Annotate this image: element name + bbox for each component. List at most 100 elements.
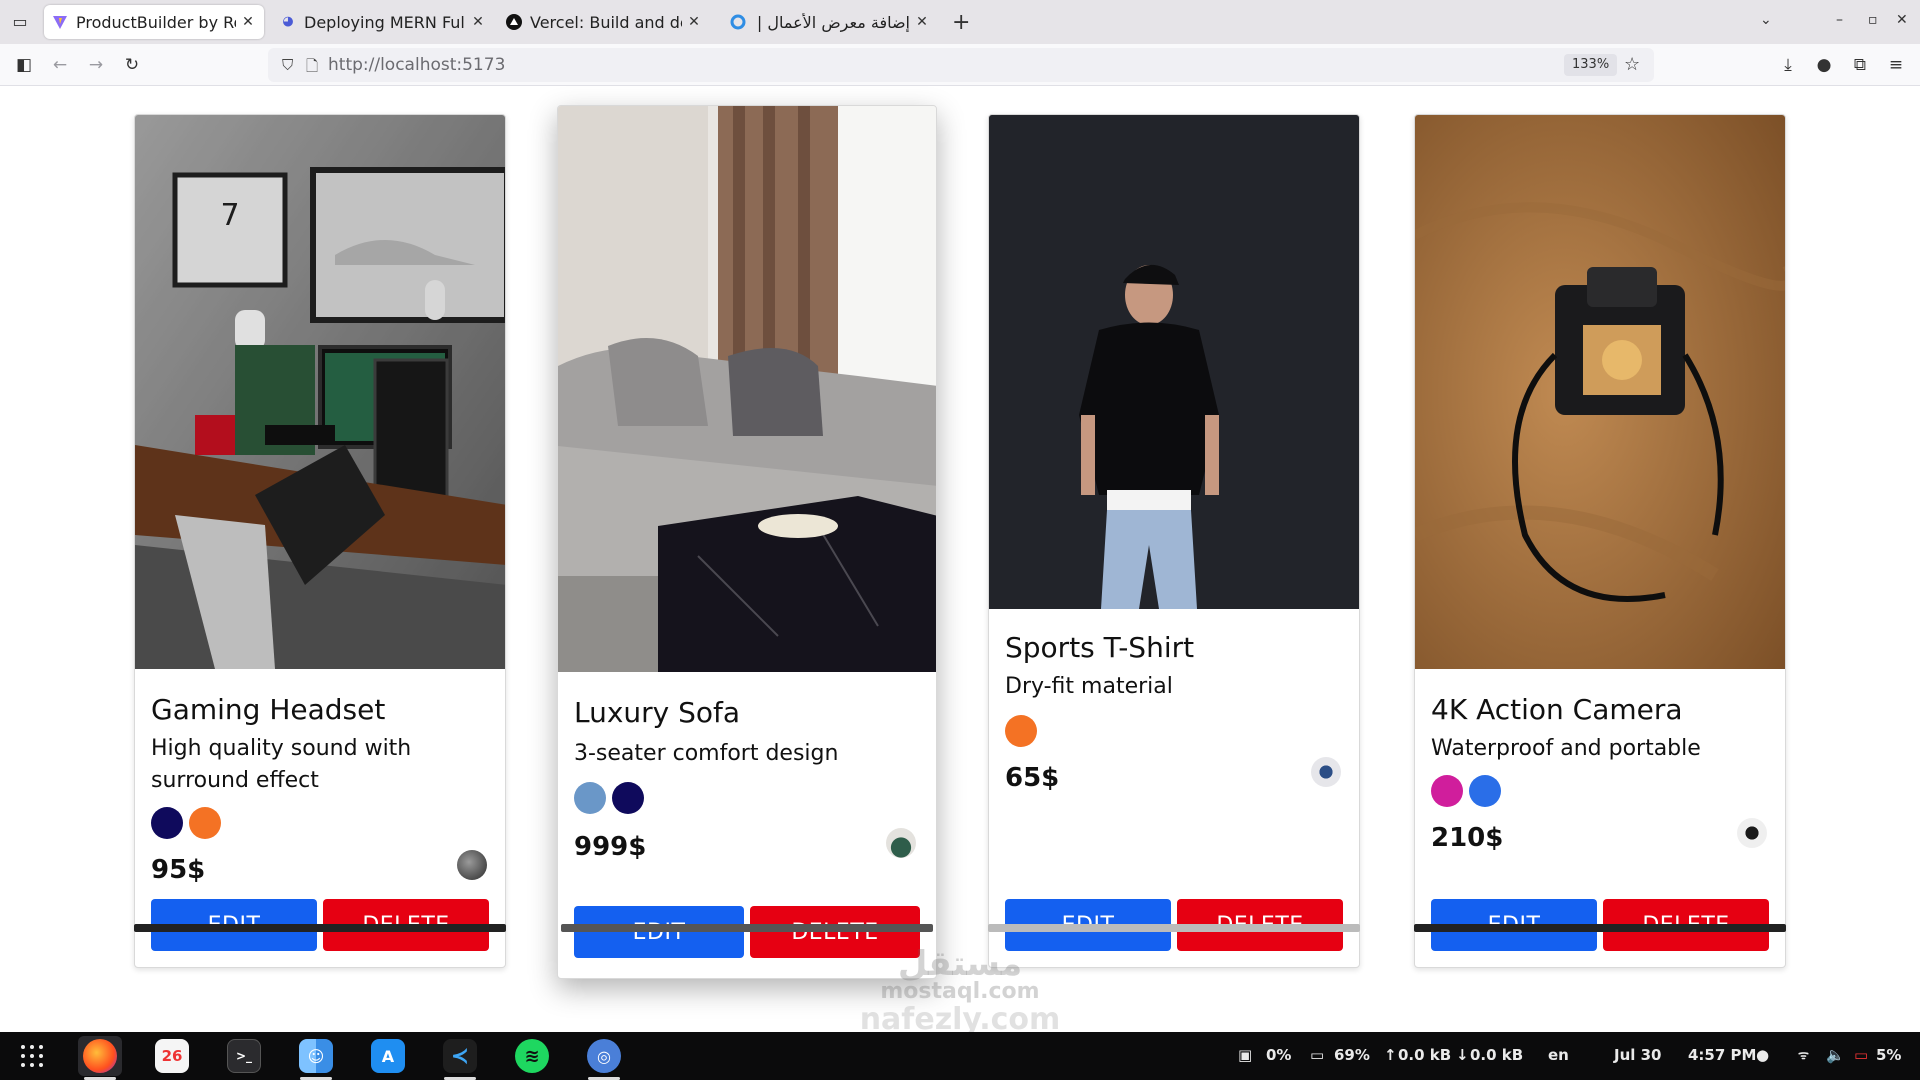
product-price: 95$: [151, 855, 206, 885]
tab-strip: ▭ ProductBuilder by Rou ✕ ◕ Deploying ME…: [0, 0, 1920, 44]
reload-icon[interactable]: ↻: [120, 53, 144, 77]
loading-icon: [730, 14, 746, 30]
product-price: 65$: [1005, 763, 1060, 793]
watermark-url-2: nafezly.com: [859, 1002, 1061, 1037]
vscode-icon[interactable]: ≺: [438, 1036, 482, 1080]
vercel-icon: [506, 14, 522, 30]
page-icon: 🗋: [306, 57, 319, 75]
maximize-icon[interactable]: ▫: [1868, 12, 1878, 28]
bookmark-star-icon[interactable]: ☆: [1624, 54, 1640, 75]
product-image: [989, 115, 1359, 609]
tab-title: إضافة معرض الأعمال |: [756, 12, 910, 32]
upload-speed: 0.0 kB: [1398, 1046, 1452, 1064]
download-speed: 0.0 kB: [1470, 1046, 1524, 1064]
product-description: 3-seater comfort design: [574, 741, 839, 766]
app-launcher-icon[interactable]: [10, 1036, 54, 1076]
keyboard-language[interactable]: en: [1548, 1046, 1569, 1064]
cpu-usage: 0%: [1266, 1046, 1292, 1064]
close-tab-icon[interactable]: ✕: [686, 14, 702, 30]
wifi-icon[interactable]: ᯤ: [1798, 1046, 1809, 1063]
color-swatch[interactable]: [612, 782, 644, 814]
shield-icon[interactable]: ⛉: [282, 56, 293, 74]
cpu-icon: ▣: [1238, 1046, 1253, 1064]
menu-icon[interactable]: ≡: [1884, 53, 1908, 77]
url-text[interactable]: http://localhost:5173: [328, 55, 505, 75]
chevron-down-icon[interactable]: ⌄: [1760, 12, 1772, 28]
firefox-icon[interactable]: [78, 1036, 122, 1080]
screenshot-tool-icon[interactable]: ◎: [582, 1036, 626, 1080]
upload-icon: ↑: [1384, 1046, 1397, 1064]
date[interactable]: Jul 30: [1614, 1046, 1662, 1064]
download-icon: ↓: [1456, 1046, 1469, 1064]
notification-dot-icon[interactable]: ●: [1756, 1046, 1769, 1064]
color-swatch[interactable]: [1005, 715, 1037, 747]
color-swatches: [574, 782, 644, 814]
product-description: Waterproof and portable: [1431, 736, 1701, 761]
product-image: 7: [135, 115, 505, 669]
product-price: 210$: [1431, 823, 1504, 853]
category-avatar: [457, 850, 487, 880]
color-swatches: [1005, 715, 1037, 747]
product-image: [1415, 115, 1785, 669]
close-tab-icon[interactable]: ✕: [470, 14, 486, 30]
tab-list-icon[interactable]: ▭: [10, 12, 30, 32]
next-card-image: [1414, 924, 1786, 932]
product-name: 4K Action Camera: [1431, 693, 1683, 726]
tab-title: ProductBuilder by Rou: [76, 12, 236, 32]
tab-title: Vercel: Build and deplo: [530, 12, 682, 32]
forward-icon[interactable]: →: [84, 53, 108, 77]
close-window-icon[interactable]: ✕: [1896, 12, 1908, 28]
next-card-image: [988, 924, 1360, 932]
close-tab-icon[interactable]: ✕: [240, 14, 256, 30]
sidebar-toggle-icon[interactable]: ◧: [12, 53, 36, 77]
tab-title: Deploying MERN Full-S: [304, 12, 466, 32]
product-name: Luxury Sofa: [574, 696, 741, 729]
product-grid: 7 Gaming Headset High quality sound with…: [0, 86, 1920, 1032]
watermark: مستقل mostaql.com nafezly.com: [840, 947, 1080, 1037]
color-swatch[interactable]: [574, 782, 606, 814]
terminal-icon[interactable]: >_: [222, 1036, 266, 1076]
category-avatar: [1737, 818, 1767, 848]
calendar-icon[interactable]: 26: [150, 1036, 194, 1076]
volume-icon[interactable]: 🔈: [1826, 1046, 1845, 1064]
taskbar: 26 >_ ☺ A ≺ ≋ ◎ ▣ 0% ▭ 69% ↑ 0.0 kB ↓ 0.…: [0, 1032, 1920, 1080]
new-tab-button[interactable]: +: [952, 10, 970, 35]
render-icon: ◕: [282, 14, 294, 29]
color-swatch[interactable]: [189, 807, 221, 839]
next-card-image: [134, 924, 506, 932]
next-card-image: [561, 924, 933, 932]
tab-deploying-mern[interactable]: ◕ Deploying MERN Full-S ✕: [272, 5, 494, 39]
product-card: 7 Gaming Headset High quality sound with…: [134, 114, 506, 968]
extensions-icon[interactable]: ⧉: [1848, 53, 1872, 77]
url-bar[interactable]: ⛉ 🗋 http://localhost:5173 133% ☆: [268, 48, 1654, 82]
tab-vercel[interactable]: Vercel: Build and deplo ✕: [498, 5, 710, 39]
product-card: Luxury Sofa 3-seater comfort design 999$…: [557, 105, 937, 979]
account-icon[interactable]: ●: [1812, 53, 1836, 77]
battery-level: 5%: [1876, 1046, 1902, 1064]
zoom-level-button[interactable]: 133%: [1564, 54, 1618, 76]
color-swatches: [151, 807, 221, 839]
edit-button[interactable]: EDIT: [574, 906, 744, 958]
memory-icon: ▭: [1310, 1046, 1325, 1064]
minimize-icon[interactable]: –: [1836, 12, 1843, 28]
finder-icon[interactable]: ☺: [294, 1036, 338, 1080]
navigation-bar: ◧ ← → ↻ ⛉ 🗋 http://localhost:5173 133% ☆…: [0, 44, 1920, 86]
color-swatches: [1431, 775, 1501, 807]
product-name: Gaming Headset: [151, 693, 386, 726]
product-card: Sports T-Shirt Dry-fit material 65$ EDIT…: [988, 114, 1360, 968]
close-tab-icon[interactable]: ✕: [914, 14, 930, 30]
battery-icon[interactable]: ▭: [1854, 1046, 1868, 1064]
tab-productbuilder[interactable]: ProductBuilder by Rou ✕: [44, 5, 264, 39]
product-card: 4K Action Camera Waterproof and portable…: [1414, 114, 1786, 968]
color-swatch[interactable]: [151, 807, 183, 839]
memory-usage: 69%: [1334, 1046, 1370, 1064]
back-icon[interactable]: ←: [48, 53, 72, 77]
tab-mostaql-portfolio[interactable]: إضافة معرض الأعمال | ✕: [722, 5, 938, 39]
clock[interactable]: 4:57 PM: [1688, 1046, 1756, 1064]
category-avatar: [1311, 757, 1341, 787]
color-swatch[interactable]: [1431, 775, 1463, 807]
app-store-icon[interactable]: A: [366, 1036, 410, 1076]
downloads-icon[interactable]: ⤓: [1776, 53, 1800, 77]
color-swatch[interactable]: [1469, 775, 1501, 807]
spotify-icon[interactable]: ≋: [510, 1036, 554, 1076]
